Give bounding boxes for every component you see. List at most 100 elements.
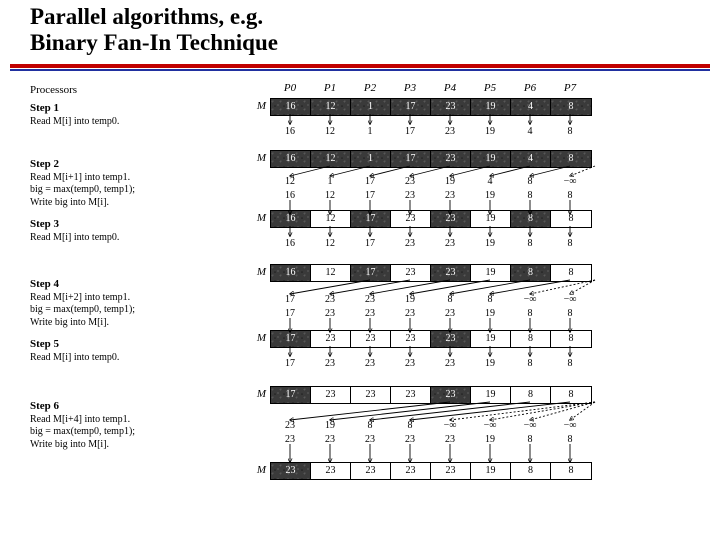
cell: 17 xyxy=(351,211,391,227)
cell: 23 xyxy=(351,463,391,479)
val: 16 xyxy=(270,190,310,201)
step2-line1: Read M[i+1] into temp1. xyxy=(30,172,240,185)
step5-text: Step 5 Read M[i] into temp0. xyxy=(30,338,240,364)
val: 23 xyxy=(310,358,350,369)
step1-M-label: M xyxy=(248,100,266,112)
cell: 23 xyxy=(391,463,431,479)
val: 8 xyxy=(510,238,550,249)
val: 23 xyxy=(430,126,470,137)
val: 8 xyxy=(550,126,590,137)
val: 8 xyxy=(510,308,550,319)
val: 8 xyxy=(550,308,590,319)
val: 23 xyxy=(350,294,390,305)
val: 8 xyxy=(510,176,550,187)
val: 8 xyxy=(510,358,550,369)
cell: 12 xyxy=(311,211,351,227)
val: 8 xyxy=(510,190,550,201)
cell: 23 xyxy=(311,387,351,403)
step1-name: Step 1 xyxy=(30,102,240,116)
cell: 8 xyxy=(551,387,591,403)
val: −∞ xyxy=(550,294,590,305)
cell: 19 xyxy=(471,99,511,115)
step5-line1: Read M[i] into temp0. xyxy=(30,352,240,365)
val: 23 xyxy=(390,238,430,249)
step5-M-label: M xyxy=(248,332,266,344)
val: 4 xyxy=(510,126,550,137)
val: 23 xyxy=(430,358,470,369)
title-rule-blue xyxy=(10,69,710,71)
step6-vals-big: 23 23 23 23 23 19 8 8 xyxy=(270,434,590,445)
slide: Parallel algorithms, e.g. Binary Fan-In … xyxy=(0,0,720,540)
title-rule-red xyxy=(10,64,710,68)
val: 8 xyxy=(470,294,510,305)
val: 8 xyxy=(390,420,430,431)
val: 12 xyxy=(270,176,310,187)
cell: 23 xyxy=(431,463,471,479)
processors-label: Processors xyxy=(30,84,77,96)
cell: 19 xyxy=(471,331,511,347)
cell: 23 xyxy=(431,331,471,347)
step4-text: Step 4 Read M[i+2] into temp1. big = max… xyxy=(30,278,240,329)
step6-name: Step 6 xyxy=(30,400,240,414)
step2-line2: big = max(temp0, temp1); xyxy=(30,184,240,197)
step6-line3: Write big into M[i]. xyxy=(30,439,240,452)
cell: 17 xyxy=(391,99,431,115)
val: 23 xyxy=(270,420,310,431)
step6-array-prev: 17 23 23 23 23 19 8 8 xyxy=(270,386,592,404)
val: 23 xyxy=(350,308,390,319)
cell: 23 xyxy=(431,99,471,115)
val: 8 xyxy=(430,294,470,305)
val: −∞ xyxy=(550,176,590,187)
val: 19 xyxy=(470,126,510,137)
val: −∞ xyxy=(470,420,510,431)
cell: 17 xyxy=(391,151,431,167)
cell: 16 xyxy=(271,211,311,227)
proc-P4: P4 xyxy=(430,82,470,94)
val: 17 xyxy=(350,190,390,201)
cell: 23 xyxy=(431,151,471,167)
step3-name: Step 3 xyxy=(30,218,240,232)
step1-vals: 16 12 1 17 23 19 4 8 xyxy=(270,126,590,137)
val: 16 xyxy=(270,126,310,137)
step6-M-label: M xyxy=(248,388,266,400)
cell: 19 xyxy=(471,151,511,167)
cell: 19 xyxy=(471,265,511,281)
val: 23 xyxy=(310,294,350,305)
step6-line2: big = max(temp0, temp1); xyxy=(30,426,240,439)
cell: 8 xyxy=(551,211,591,227)
val: −∞ xyxy=(510,294,550,305)
val: 17 xyxy=(270,294,310,305)
val: 17 xyxy=(270,308,310,319)
cell: 23 xyxy=(391,387,431,403)
step3-array: 16 12 17 23 23 19 8 8 xyxy=(270,210,592,228)
cell: 23 xyxy=(271,463,311,479)
cell: 8 xyxy=(511,331,551,347)
val: 23 xyxy=(430,190,470,201)
cell: 23 xyxy=(391,331,431,347)
cell: 8 xyxy=(551,99,591,115)
val: 23 xyxy=(350,434,390,445)
val: 19 xyxy=(310,420,350,431)
step6-Mf-label: M xyxy=(248,464,266,476)
cell: 23 xyxy=(431,211,471,227)
cell: 19 xyxy=(471,211,511,227)
val: 23 xyxy=(390,176,430,187)
val: 8 xyxy=(510,434,550,445)
val: 19 xyxy=(470,434,510,445)
step1-array: 16 12 1 17 23 19 4 8 xyxy=(270,98,592,116)
step5-name: Step 5 xyxy=(30,338,240,352)
val: 4 xyxy=(470,176,510,187)
val: 23 xyxy=(430,238,470,249)
step1-text: Step 1 Read M[i] into temp0. xyxy=(30,102,240,128)
cell: 16 xyxy=(271,99,311,115)
cell: 1 xyxy=(351,99,391,115)
cell: 4 xyxy=(511,99,551,115)
val: 19 xyxy=(390,294,430,305)
step4-line3: Write big into M[i]. xyxy=(30,317,240,330)
proc-P0: P0 xyxy=(270,82,310,94)
step4-line2: big = max(temp0, temp1); xyxy=(30,304,240,317)
cell: 19 xyxy=(471,387,511,403)
proc-P2: P2 xyxy=(350,82,390,94)
step3-line1: Read M[i] into temp0. xyxy=(30,232,240,245)
step4-M-label: M xyxy=(248,266,266,278)
